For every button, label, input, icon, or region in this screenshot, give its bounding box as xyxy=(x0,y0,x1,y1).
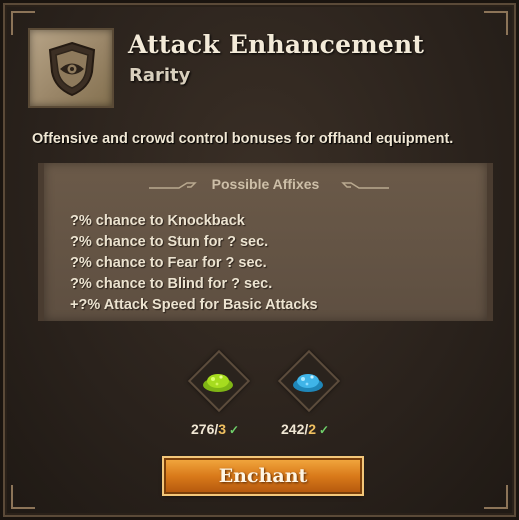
affix-item: ?% chance to Blind for ? sec. xyxy=(70,276,273,292)
green-dust-icon xyxy=(203,374,233,392)
affix-item: ?% chance to Knockback xyxy=(70,213,245,229)
check-icon: ✓ xyxy=(319,423,330,437)
item-icon-frame xyxy=(28,28,114,108)
material-have: 276 xyxy=(191,421,215,437)
affix-panel: Possible Affixes ?% chance to Knockback … xyxy=(38,163,493,321)
green-material-count: 276/3 ✓ xyxy=(191,421,239,437)
affix-list: ?% chance to Knockback ?% chance to Stun… xyxy=(70,211,318,316)
affix-header: Possible Affixes xyxy=(211,176,320,192)
material-slot-blue[interactable] xyxy=(277,349,341,413)
blue-dust-icon xyxy=(293,374,323,392)
item-rarity: Rarity xyxy=(129,65,191,86)
corner-ornament xyxy=(484,11,508,35)
affix-item: +?% Attack Speed for Basic Attacks xyxy=(70,297,318,313)
corner-ornament xyxy=(484,485,508,509)
enchant-window: Attack Enhancement Rarity Offensive and … xyxy=(0,0,519,520)
affix-item: ?% chance to Stun for ? sec. xyxy=(70,234,269,250)
item-title: Attack Enhancement xyxy=(128,30,425,59)
material-need: 3 xyxy=(218,421,227,437)
right-ornament-icon xyxy=(341,182,389,189)
material-need: 2 xyxy=(308,421,317,437)
shield-eye-icon xyxy=(48,41,96,97)
item-description: Offensive and crowd control bonuses for … xyxy=(32,131,454,147)
enchant-button[interactable]: Enchant xyxy=(164,458,362,494)
corner-ornament xyxy=(11,485,35,509)
check-icon: ✓ xyxy=(229,423,240,437)
blue-material-count: 242/2 ✓ xyxy=(281,421,329,437)
material-slot-green[interactable] xyxy=(187,349,251,413)
affix-item: ?% chance to Fear for ? sec. xyxy=(70,255,267,271)
material-have: 242 xyxy=(281,421,305,437)
